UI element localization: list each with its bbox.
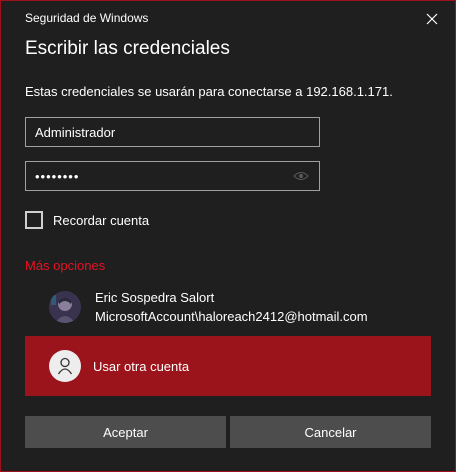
remember-account-label: Recordar cuenta: [53, 212, 150, 228]
person-icon: [49, 350, 81, 382]
dialog-heading: Escribir las credenciales: [25, 38, 230, 59]
credentials-dialog: Seguridad de Windows Escribir las creden…: [0, 0, 456, 472]
username-input[interactable]: Administrador: [25, 117, 320, 147]
close-button[interactable]: [419, 7, 445, 31]
accept-button[interactable]: Aceptar: [25, 416, 226, 448]
cancel-button[interactable]: Cancelar: [230, 416, 431, 448]
account-option[interactable]: Eric Sospedra Salort MicrosoftAccount\ha…: [25, 284, 431, 330]
password-input[interactable]: ••••••••: [25, 161, 320, 191]
password-masked-value: ••••••••: [35, 168, 80, 184]
close-icon: [426, 13, 438, 25]
dialog-description: Estas credenciales se usarán para conect…: [25, 84, 393, 99]
username-value: Administrador: [35, 124, 116, 140]
window-title: Seguridad de Windows: [25, 11, 149, 25]
use-other-account-option[interactable]: Usar otra cuenta: [25, 336, 431, 396]
user-photo-icon: [49, 291, 81, 323]
title-bar: Seguridad de Windows: [1, 1, 455, 35]
use-other-account-label: Usar otra cuenta: [93, 358, 190, 374]
eye-icon[interactable]: [292, 169, 310, 183]
account-name: Eric Sospedra Salort: [95, 290, 215, 305]
account-id: MicrosoftAccount\haloreach2412@hotmail.c…: [95, 309, 368, 324]
account-details: Eric Sospedra Salort MicrosoftAccount\ha…: [95, 288, 368, 326]
checkbox-box[interactable]: [25, 211, 43, 229]
remember-account-checkbox[interactable]: Recordar cuenta: [25, 210, 149, 230]
more-options-link[interactable]: Más opciones: [25, 258, 105, 273]
